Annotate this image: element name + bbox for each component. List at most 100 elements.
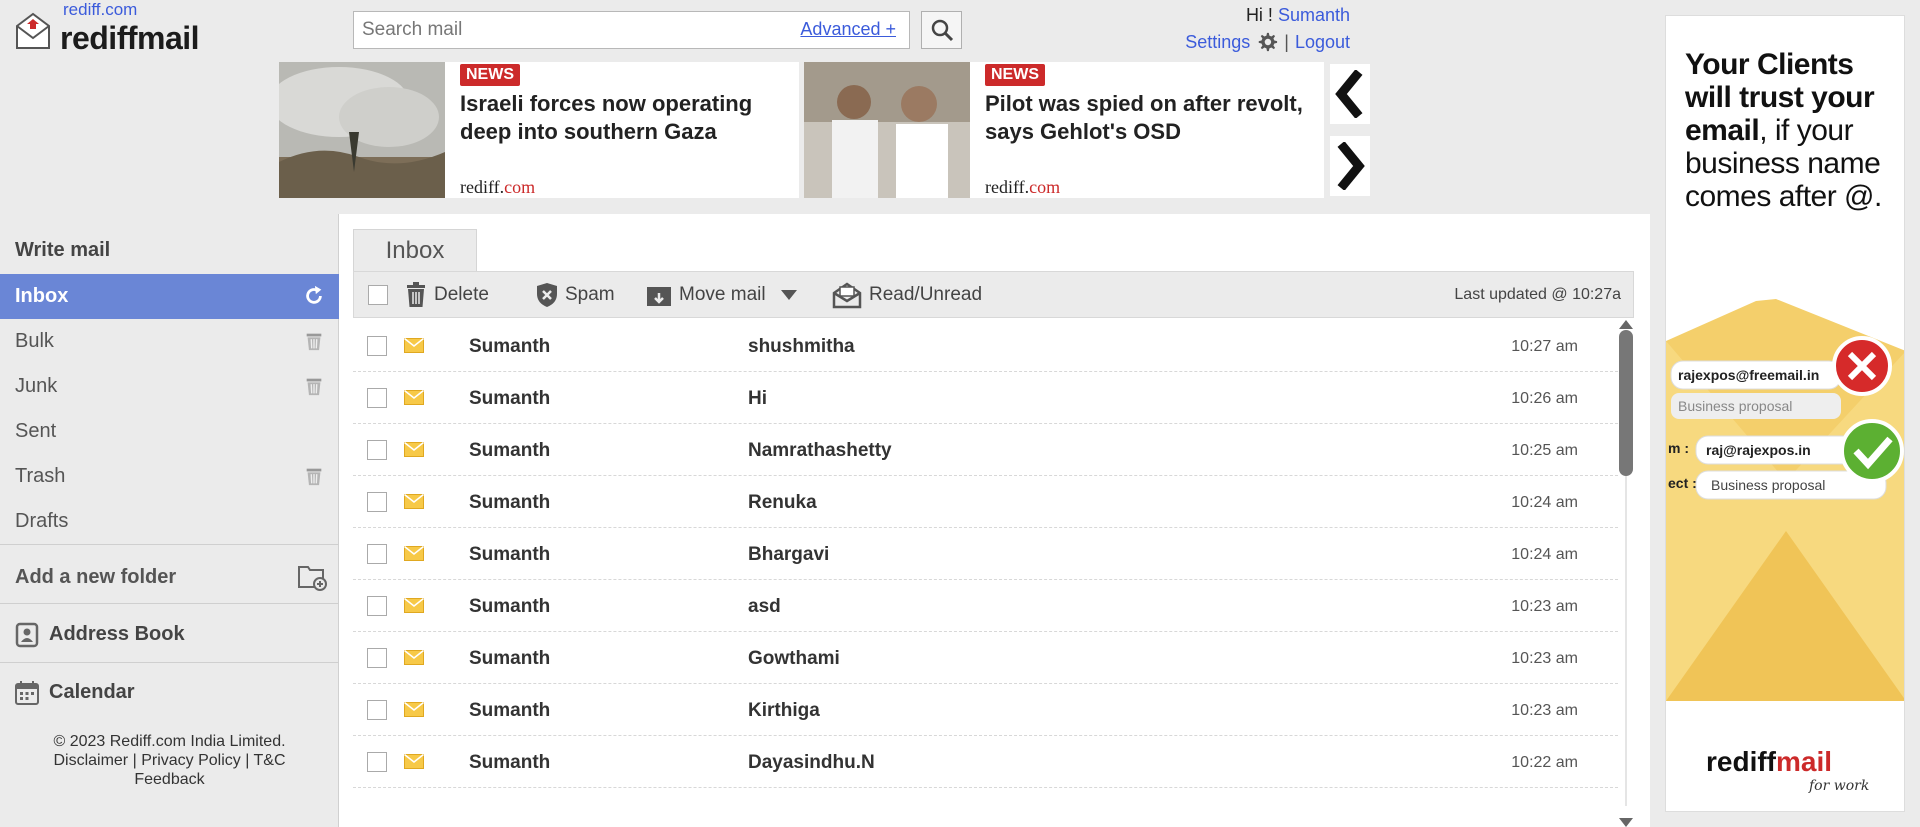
settings-link[interactable]: Settings: [1185, 32, 1250, 53]
news-thumbnail-image[interactable]: [279, 62, 445, 198]
brand-name[interactable]: rediffmail: [60, 20, 200, 57]
search-button[interactable]: [921, 11, 962, 49]
mail-sender: Sumanth: [469, 596, 551, 617]
scroll-down-arrow-icon[interactable]: [1619, 818, 1633, 827]
select-all-checkbox[interactable]: [368, 285, 388, 305]
ad-logo-part: mail: [1776, 746, 1833, 777]
move-to-folder-icon: [647, 286, 671, 306]
spam-label: Spam: [565, 283, 615, 305]
mail-row[interactable]: Sumanth asd 10:23 am: [353, 580, 1618, 632]
mail-row-checkbox[interactable]: [367, 544, 387, 564]
mail-time: 10:24 am: [1511, 546, 1578, 563]
address-book-icon: [15, 622, 39, 648]
add-folder-button[interactable]: Add a new folder: [0, 549, 339, 605]
mail-subject: shushmitha: [748, 336, 855, 357]
user-name-link[interactable]: Sumanth: [1278, 5, 1350, 25]
mail-row-checkbox[interactable]: [367, 388, 387, 408]
chevron-right-icon: [1337, 142, 1365, 190]
news-thumbnail-image[interactable]: [804, 62, 970, 198]
mail-row[interactable]: Sumanth Gowthami 10:23 am: [353, 632, 1618, 684]
move-mail-dropdown[interactable]: Move mail: [646, 272, 797, 317]
scroll-thumb[interactable]: [1619, 330, 1633, 476]
news-headline[interactable]: Israeli forces now operating deep into s…: [460, 90, 805, 146]
unread-envelope-icon: [404, 546, 424, 561]
read-unread-button[interactable]: Read/Unread: [832, 272, 982, 317]
brand-link[interactable]: rediff.com: [63, 0, 137, 20]
disclaimer-link[interactable]: Disclaimer: [53, 752, 128, 769]
mail-row-checkbox[interactable]: [367, 336, 387, 356]
mail-row-checkbox[interactable]: [367, 440, 387, 460]
address-book-label: Address Book: [49, 622, 185, 645]
unread-envelope-icon: [404, 702, 424, 717]
mail-row[interactable]: Sumanth Renuka 10:24 am: [353, 476, 1618, 528]
mail-time: 10:23 am: [1511, 702, 1578, 719]
sidebar-item-bulk[interactable]: Bulk: [0, 319, 339, 364]
refresh-icon[interactable]: [303, 285, 325, 307]
news-source: rediff.com: [460, 177, 535, 198]
separator: |: [132, 752, 137, 769]
delete-button[interactable]: Delete: [405, 272, 489, 317]
carousel-next-button[interactable]: [1330, 136, 1370, 196]
sidebar-item-label: Trash: [15, 465, 66, 487]
mail-row-checkbox[interactable]: [367, 700, 387, 720]
mail-row-checkbox[interactable]: [367, 596, 387, 616]
ad-email-good: raj@rajexpos.in: [1706, 442, 1811, 458]
news-badge: NEWS: [460, 64, 520, 86]
rediffmail-logo-icon[interactable]: [14, 10, 52, 52]
logout-link[interactable]: Logout: [1295, 32, 1350, 53]
sidebar-item-trash[interactable]: Trash: [0, 454, 339, 499]
feedback-link[interactable]: Feedback: [134, 771, 204, 788]
sidebar-item-sent[interactable]: Sent: [0, 409, 339, 454]
sidebar-item-junk[interactable]: Junk: [0, 364, 339, 409]
search-box: Advanced +: [353, 11, 910, 49]
mail-list-scrollbar[interactable]: [1617, 320, 1634, 827]
news-card[interactable]: NEWS Israeli forces now operating deep i…: [279, 62, 799, 198]
mail-subject: Renuka: [748, 492, 817, 513]
mail-row[interactable]: Sumanth Bhargavi 10:24 am: [353, 528, 1618, 580]
calendar-link[interactable]: Calendar: [0, 664, 339, 720]
mail-row[interactable]: Sumanth Kirthiga 10:23 am: [353, 684, 1618, 736]
sidebar-item-inbox[interactable]: Inbox: [0, 274, 339, 319]
empty-folder-icon[interactable]: [303, 375, 325, 397]
unread-envelope-icon: [404, 598, 424, 613]
sidebar-item-label: Inbox: [15, 285, 69, 307]
sidebar-item-label: Bulk: [15, 330, 54, 352]
search-input[interactable]: [354, 12, 774, 48]
mail-row-checkbox[interactable]: [367, 752, 387, 772]
news-card[interactable]: NEWS Pilot was spied on after revolt, sa…: [804, 62, 1324, 198]
advanced-search-link[interactable]: Advanced +: [800, 19, 896, 40]
mail-row[interactable]: Sumanth Dayasindhu.N 10:22 am: [353, 736, 1618, 788]
write-mail-button[interactable]: Write mail: [0, 228, 339, 273]
news-headline[interactable]: Pilot was spied on after revolt, says Ge…: [985, 90, 1330, 146]
scroll-track[interactable]: [1625, 476, 1627, 806]
mail-subject: Hi: [748, 388, 767, 409]
sidebar-item-label: Drafts: [15, 510, 69, 532]
mail-row[interactable]: Sumanth Hi 10:26 am: [353, 372, 1618, 424]
carousel-prev-button[interactable]: [1330, 64, 1370, 124]
ad-subject-1: Business proposal: [1678, 398, 1792, 414]
trash-icon: [407, 281, 425, 307]
privacy-policy-link[interactable]: Privacy Policy: [141, 752, 241, 769]
address-book-link[interactable]: Address Book: [0, 606, 339, 662]
scroll-up-arrow-icon[interactable]: [1619, 320, 1633, 329]
mail-row-checkbox[interactable]: [367, 492, 387, 512]
sidebar-item-label: Sent: [15, 420, 57, 442]
ad-logo: rediffmail: [1706, 746, 1832, 778]
empty-folder-icon[interactable]: [303, 330, 325, 352]
unread-envelope-icon: [404, 754, 424, 769]
gear-icon[interactable]: [1256, 31, 1278, 53]
tab-inbox[interactable]: Inbox: [353, 229, 477, 272]
mail-row[interactable]: Sumanth shushmitha 10:27 am: [353, 320, 1618, 372]
mail-sender: Sumanth: [469, 388, 551, 409]
mail-sender: Sumanth: [469, 700, 551, 721]
spam-button[interactable]: Spam: [536, 272, 615, 317]
ad-envelope-illustration: rajexpos@freemail.in Business proposal m…: [1666, 299, 1904, 701]
mail-row-checkbox[interactable]: [367, 648, 387, 668]
terms-link[interactable]: T&C: [254, 752, 286, 769]
news-source: rediff.com: [985, 177, 1060, 198]
sidebar-item-drafts[interactable]: Drafts: [0, 499, 339, 544]
ad-banner[interactable]: Your Clients will trust your email, if y…: [1665, 15, 1905, 812]
empty-folder-icon[interactable]: [303, 465, 325, 487]
mail-row[interactable]: Sumanth Namrathashetty 10:25 am: [353, 424, 1618, 476]
ad-email-bad: rajexpos@freemail.in: [1678, 367, 1819, 383]
